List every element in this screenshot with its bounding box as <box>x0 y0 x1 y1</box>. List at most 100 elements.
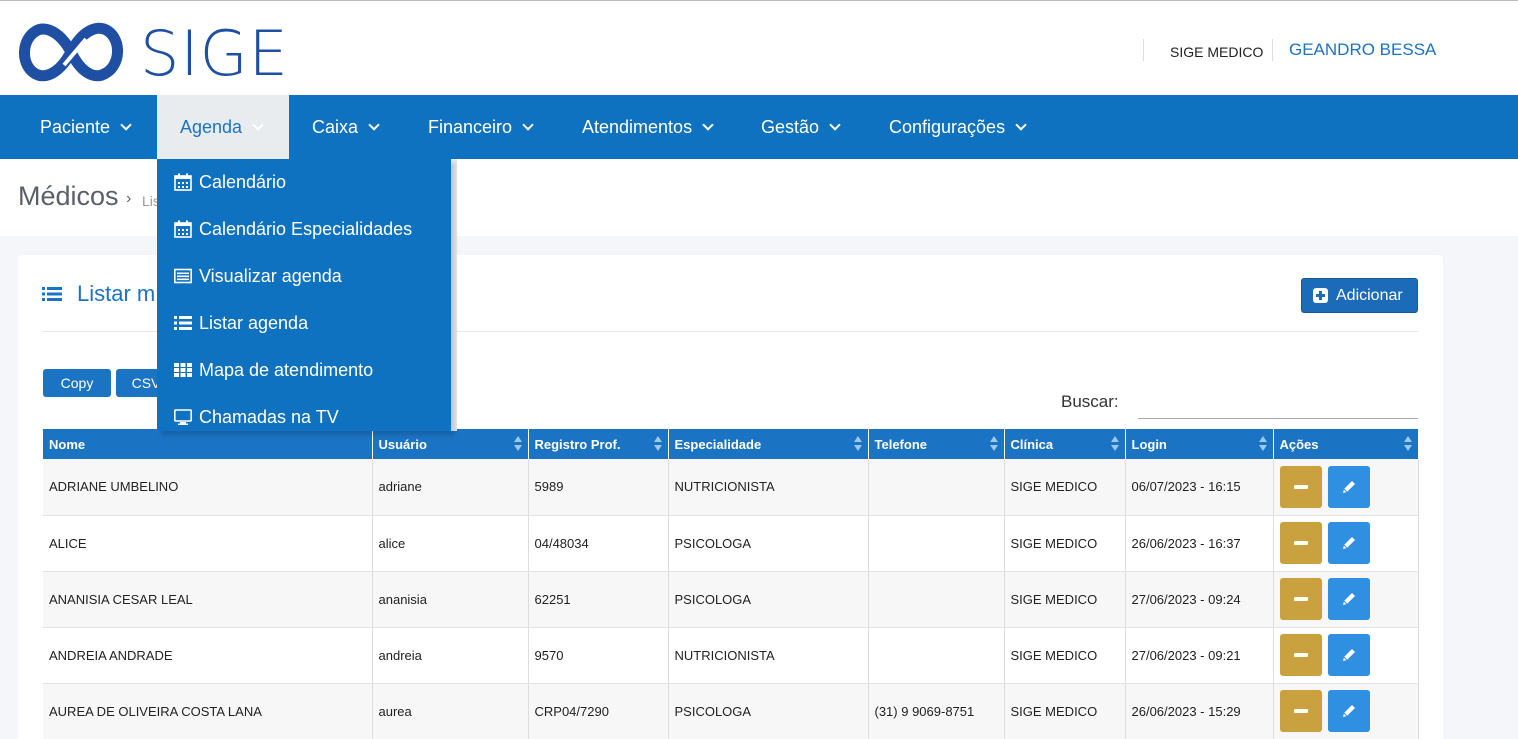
nav-item-financeiro[interactable]: Financeiro <box>428 95 534 159</box>
cell-usuario: aurea <box>372 683 529 739</box>
cell-login: 26/06/2023 - 16:37 <box>1125 515 1274 572</box>
nav-item-caixa[interactable]: Caixa <box>312 95 380 159</box>
cell-login: 26/06/2023 - 15:29 <box>1125 683 1274 739</box>
calendar-icon <box>174 173 192 191</box>
doctors-table: Nome Usuário Registro Prof. Especialidad… <box>43 429 1419 739</box>
pencil-icon <box>1342 649 1355 661</box>
chevron-down-icon <box>702 119 714 131</box>
nav-label: Atendimentos <box>582 117 693 137</box>
remove-button[interactable] <box>1279 465 1322 508</box>
cell-telefone <box>868 459 1005 516</box>
column-header-login[interactable]: Login <box>1125 429 1274 459</box>
menu-item-listar-agenda[interactable]: Listar agenda <box>157 300 451 347</box>
table-row: AUREA DE OLIVEIRA COSTA LANA aurea CRP04/7… <box>43 683 1419 739</box>
cell-usuario: adriane <box>372 459 529 516</box>
menu-item-label: Listar agenda <box>199 313 309 333</box>
list-alt-icon <box>174 268 192 284</box>
column-label: Telefone <box>874 436 928 452</box>
column-label: Ações <box>1279 436 1319 452</box>
nav-item-configuracoes[interactable]: Configurações <box>889 95 1027 159</box>
pencil-icon <box>1342 537 1355 549</box>
chevron-down-icon <box>252 119 264 131</box>
edit-button[interactable] <box>1327 522 1370 564</box>
column-header-especialidade[interactable]: Especialidade <box>668 429 869 459</box>
pencil-icon <box>1342 705 1355 717</box>
column-label: Registro Prof. <box>534 436 621 452</box>
cell-nome: ADRIANE UMBELINO <box>43 459 373 516</box>
remove-button[interactable] <box>1279 690 1322 732</box>
menu-item-calendario[interactable]: Calendário <box>157 159 451 206</box>
copy-button[interactable]: Copy <box>43 369 111 397</box>
user-menu[interactable]: GEANDRO BESSA <box>1289 40 1436 60</box>
add-button-label: Adicionar <box>1336 287 1403 304</box>
app-header: SIGE SIGE MEDICO GEANDRO BESSA <box>0 1 1518 95</box>
menu-item-visualizar-agenda[interactable]: Visualizar agenda <box>157 253 451 300</box>
edit-button[interactable] <box>1327 634 1370 676</box>
search-input[interactable] <box>1138 391 1418 419</box>
column-header-telefone[interactable]: Telefone <box>868 429 1005 459</box>
menu-item-label: Visualizar agenda <box>199 266 342 286</box>
menu-item-chamadas-tv[interactable]: Chamadas na TV <box>157 394 451 441</box>
cell-registro: CRP04/7290 <box>528 683 669 739</box>
edit-button[interactable] <box>1327 578 1370 620</box>
cell-telefone <box>868 627 1005 684</box>
column-header-clinica[interactable]: Clínica <box>1004 429 1126 459</box>
dropdown-shadow <box>451 159 457 431</box>
remove-button[interactable] <box>1279 634 1322 676</box>
panel-title: Listar m <box>77 281 156 306</box>
nav-label: Agenda <box>180 117 243 137</box>
cell-telefone <box>868 571 1005 628</box>
menu-item-label: Chamadas na TV <box>199 407 339 427</box>
nav-label: Configurações <box>889 117 1006 137</box>
table-row: ANDREIA ANDRADE andreia 9570 NUTRICIONISTA S… <box>43 627 1419 684</box>
cell-nome: ANANISIA CESAR LEAL <box>43 571 373 628</box>
sort-icon <box>989 436 998 452</box>
menu-item-calendario-especialidades[interactable]: Calendário Especialidades <box>157 206 451 253</box>
cell-nome: ANDREIA ANDRADE <box>43 627 373 684</box>
list-icon <box>42 287 62 301</box>
column-label: Nome <box>49 436 86 452</box>
sort-icon <box>1403 436 1412 452</box>
column-header-registro[interactable]: Registro Prof. <box>528 429 669 459</box>
logo-text: SIGE <box>140 17 289 90</box>
grid-icon <box>174 363 192 377</box>
cell-login: 06/07/2023 - 16:15 <box>1125 459 1274 516</box>
cell-clinica: SIGE MEDICO <box>1004 683 1126 739</box>
menu-item-mapa-atendimento[interactable]: Mapa de atendimento <box>157 347 451 394</box>
nav-label: Caixa <box>312 117 359 137</box>
nav-item-gestao[interactable]: Gestão <box>761 95 841 159</box>
nav-label: Financeiro <box>428 117 513 137</box>
cell-especialidade: NUTRICIONISTA <box>668 459 869 516</box>
company-name[interactable]: SIGE MEDICO <box>1170 44 1263 60</box>
table-row: ANANISIA CESAR LEAL ananisia 62251 PSICOLOG… <box>43 571 1419 628</box>
edit-button[interactable] <box>1327 465 1370 508</box>
column-header-acoes[interactable]: Ações <box>1273 429 1419 459</box>
breadcrumb-separator: › <box>126 190 132 207</box>
nav-label: Paciente <box>40 117 111 137</box>
table-body: ADRIANE UMBELINO adriane 5989 NUTRICIONISTA… <box>43 459 1419 739</box>
add-button[interactable]: Adicionar <box>1301 278 1418 313</box>
sige-logo[interactable]: SIGE <box>16 17 289 90</box>
table-row: ADRIANE UMBELINO adriane 5989 NUTRICIONISTA… <box>43 459 1419 516</box>
nav-item-agenda[interactable]: Agenda <box>157 95 289 159</box>
cell-acoes <box>1273 627 1419 684</box>
cell-login: 27/06/2023 - 09:24 <box>1125 571 1274 628</box>
header-divider <box>1272 39 1273 61</box>
cell-usuario: ananisia <box>372 571 529 628</box>
remove-button[interactable] <box>1279 522 1322 564</box>
plus-square-icon <box>1313 288 1328 303</box>
pencil-icon <box>1342 480 1355 493</box>
edit-button[interactable] <box>1327 690 1370 732</box>
cell-registro: 9570 <box>528 627 669 684</box>
cell-usuario: alice <box>372 515 529 572</box>
cell-clinica: SIGE MEDICO <box>1004 459 1126 516</box>
chevron-down-icon <box>522 119 534 131</box>
menu-item-label: Calendário Especialidades <box>199 219 413 239</box>
remove-button[interactable] <box>1279 578 1322 620</box>
nav-item-paciente[interactable]: Paciente <box>40 95 132 159</box>
cell-clinica: SIGE MEDICO <box>1004 515 1126 572</box>
list-icon <box>174 316 192 330</box>
nav-item-atendimentos[interactable]: Atendimentos <box>582 95 714 159</box>
column-label: Especialidade <box>674 436 762 452</box>
calendar-icon <box>174 220 192 238</box>
